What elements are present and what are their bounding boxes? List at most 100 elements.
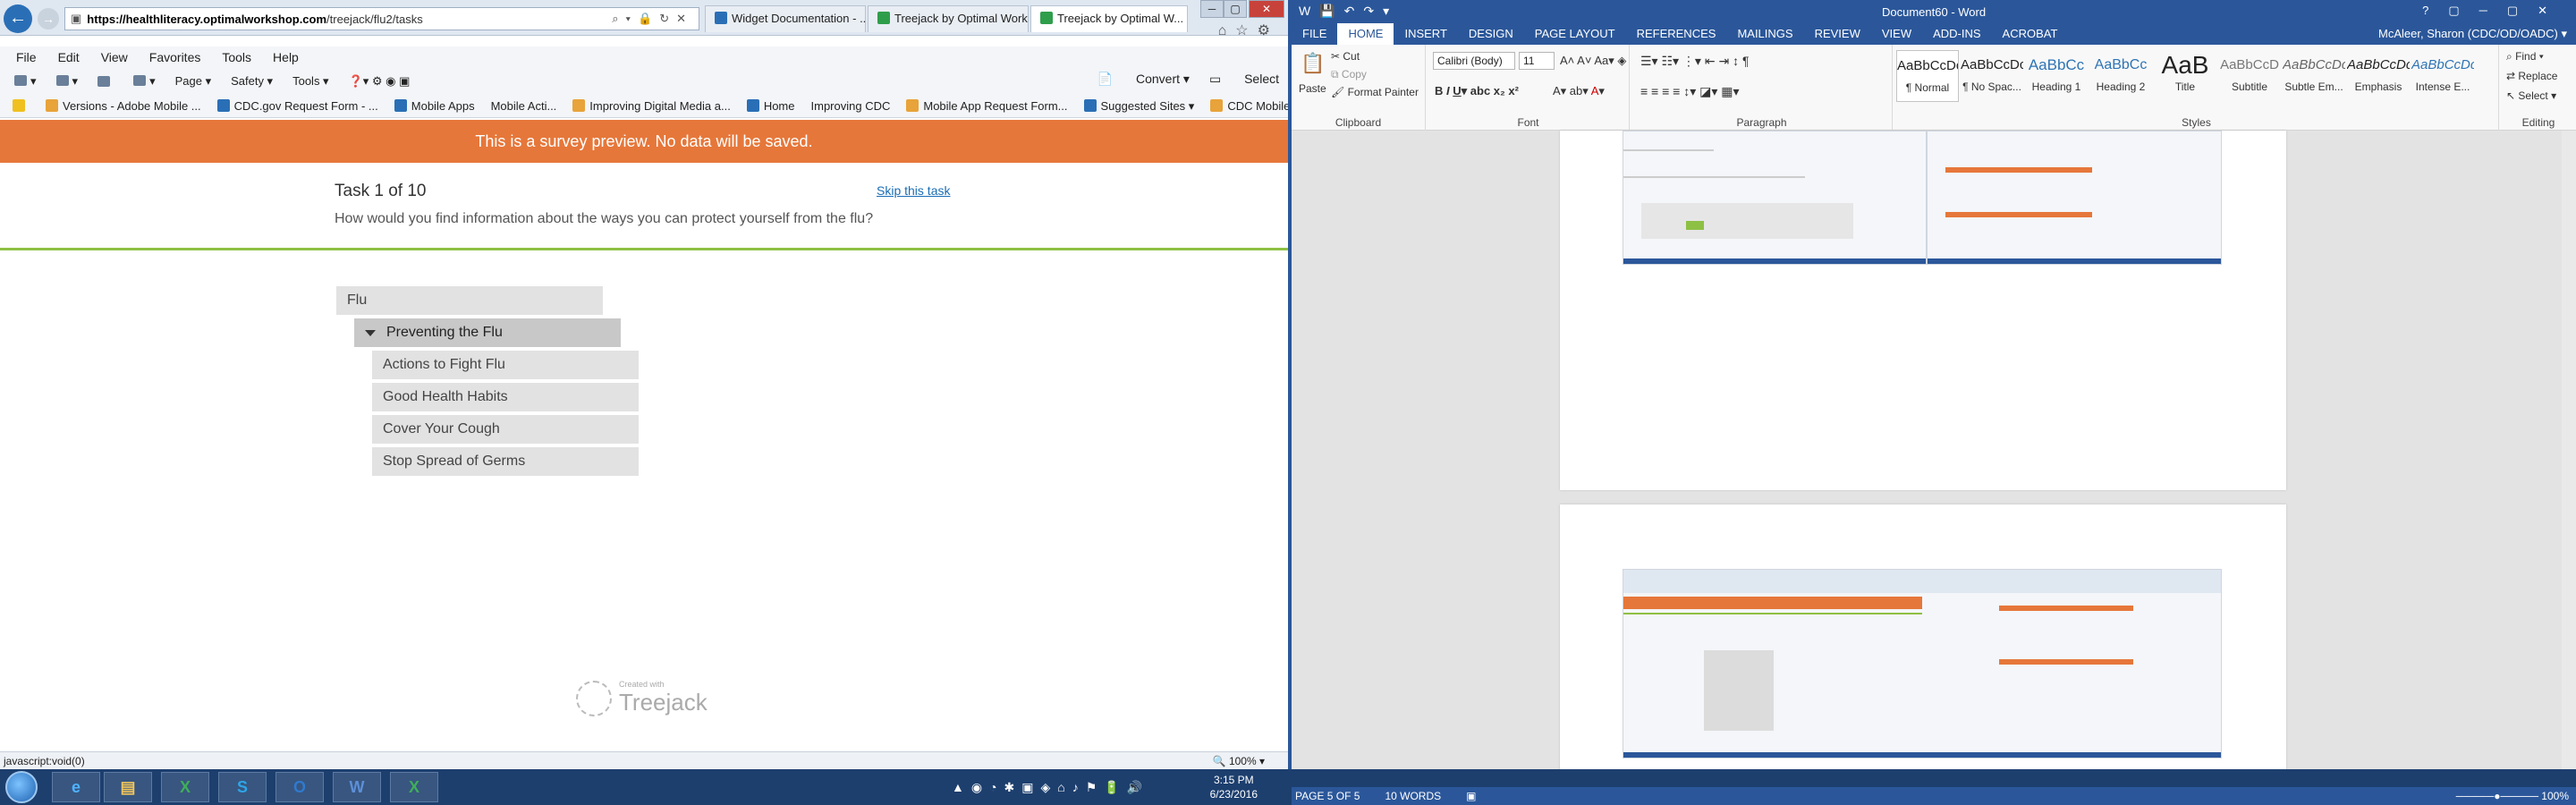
fav-link-7[interactable]: Mobile App Request Form... [906, 99, 1068, 113]
font-format-icons[interactable]: B I U▾ abc x₂ x² [1435, 84, 1519, 98]
paste-button[interactable]: Paste [1299, 82, 1326, 95]
tree-item-cover-your-cough[interactable]: Cover Your Cough [372, 415, 639, 444]
cmd-tools[interactable]: Tools ▾ [292, 74, 329, 89]
select-menu-button[interactable]: ↖ Select ▾ [2506, 89, 2556, 102]
cmd-page[interactable]: Page ▾ [175, 74, 212, 89]
font-color-icons[interactable]: A▾ ab▾ A▾ [1553, 84, 1605, 98]
tab-mailings[interactable]: MAILINGS [1726, 23, 1803, 45]
tab-treejack-active[interactable]: Treejack by Optimal W... ✕ [1030, 5, 1188, 32]
replace-button[interactable]: ⇄ Replace [2506, 70, 2557, 82]
tab-design[interactable]: DESIGN [1458, 23, 1524, 45]
tab-view[interactable]: VIEW [1871, 23, 1922, 45]
tab-references[interactable]: REFERENCES [1626, 23, 1727, 45]
cut-button[interactable]: ✂ Cut [1331, 50, 1360, 63]
word-count[interactable]: 10 WORDS [1385, 790, 1441, 802]
menu-favorites[interactable]: Favorites [149, 50, 201, 64]
copy-button[interactable]: ⧉ Copy [1331, 68, 1367, 81]
list-indent-icons[interactable]: ☰▾ ☷▾ ⋮▾ ⇤ ⇥ ↕ ¶ [1640, 54, 1750, 69]
tab-page-layout[interactable]: PAGE LAYOUT [1524, 23, 1626, 45]
tree-item-stop-spread-of-germs[interactable]: Stop Spread of Germs [372, 447, 639, 476]
start-button-icon[interactable] [5, 771, 38, 803]
page-count[interactable]: PAGE 5 OF 5 [1295, 790, 1360, 802]
skip-task-link[interactable]: Skip this task [877, 183, 950, 198]
tab-treejack-1[interactable]: Treejack by Optimal Works... [868, 5, 1029, 32]
fav-link-0[interactable]: Versions - Adobe Mobile ... [46, 99, 201, 113]
help-icon[interactable]: ❓▾ ⚙ ◉ ▣ [349, 74, 411, 89]
word-window-controls[interactable]: ?▢─▢✕ [2422, 4, 2567, 18]
tree-item-preventing-the-flu[interactable]: Preventing the Flu [354, 318, 621, 347]
select-button[interactable]: ▭ Select [1209, 72, 1279, 87]
document-scrollbar[interactable] [2562, 131, 2576, 769]
fav-link-1[interactable]: CDC.gov Request Form - ... [216, 99, 378, 113]
font-name-input[interactable]: Calibri (Body) [1433, 52, 1515, 70]
style-subtle-emphasis[interactable]: AaBbCcDc Subtle Em... [2283, 50, 2345, 102]
clock[interactable]: 3:15 PM 6/23/2016 [1210, 773, 1258, 801]
back-button-icon[interactable]: ← [4, 4, 32, 33]
document-canvas[interactable] [1292, 131, 2576, 769]
address-bar[interactable]: ▣ https://healthliteracy.optimalworkshop… [64, 7, 699, 30]
menu-help[interactable]: Help [273, 50, 299, 64]
fav-link-4[interactable]: Improving Digital Media a... [572, 99, 731, 113]
address-tools-icons[interactable]: ⌕▾🔒↻✕ [612, 12, 693, 26]
style-heading-2[interactable]: AaBbCc Heading 2 [2089, 50, 2152, 102]
paste-icon[interactable]: 📋 [1301, 52, 1325, 75]
fav-link-3[interactable]: Mobile Acti... [491, 99, 557, 113]
style-normal[interactable]: AaBbCcDc ¶ Normal [1896, 50, 1959, 102]
fav-link-8[interactable]: Suggested Sites ▾ [1083, 98, 1194, 114]
style-heading-1[interactable]: AaBbCc Heading 1 [2025, 50, 2088, 102]
close-window-icon[interactable]: ✕ [1249, 0, 1284, 18]
fav-link-9[interactable]: CDC Mobile Applications ... [1210, 99, 1288, 113]
home-icon[interactable]: ▾ [14, 74, 37, 89]
quick-access-icons[interactable]: W💾↶↷▾ [1299, 4, 1398, 19]
convert-button[interactable]: 📄 Convert ▾ [1097, 72, 1190, 87]
user-account[interactable]: McAleer, Sharon (CDC/OD/OADC) ▾ [2378, 27, 2567, 41]
find-button[interactable]: ⌕ Find ▾ [2506, 50, 2544, 64]
mail-icon[interactable] [97, 75, 114, 89]
tree-item-good-health-habits[interactable]: Good Health Habits [372, 383, 639, 411]
tree-item-flu[interactable]: Flu [336, 286, 603, 315]
word-taskbar-icon[interactable]: W [333, 772, 381, 802]
explorer-taskbar-icon[interactable]: ▤ [104, 772, 152, 802]
font-size-input[interactable]: 11 [1519, 52, 1555, 70]
fav-link-6[interactable]: Improving CDC [811, 99, 891, 113]
favorites-star-icon[interactable] [13, 99, 30, 113]
menu-tools[interactable]: Tools [222, 50, 251, 64]
menu-file[interactable]: File [16, 50, 37, 64]
style-subtitle[interactable]: AaBbCcD Subtitle [2218, 50, 2281, 102]
excel-taskbar-icon[interactable]: X [161, 772, 209, 802]
close-tab-icon[interactable]: ✕ [1187, 12, 1188, 25]
menu-edit[interactable]: Edit [58, 50, 80, 64]
tray-icons[interactable]: ▲◉◔✱▣◈⌂♪⚑🔋🔊 [952, 780, 1149, 795]
font-grow-shrink-icons[interactable]: A˄ A˅ Aa▾ ◈ [1560, 54, 1626, 68]
menu-view[interactable]: View [101, 50, 128, 64]
forward-button-icon[interactable]: → [38, 8, 59, 30]
tree-item-actions-to-fight-flu[interactable]: Actions to Fight Flu [372, 351, 639, 379]
style-no-spacing[interactable]: AaBbCcDc ¶ No Spac... [1961, 50, 2023, 102]
tab-review[interactable]: REVIEW [1804, 23, 1871, 45]
print-icon[interactable]: ▾ [133, 74, 156, 89]
tab-acrobat[interactable]: ACROBAT [1992, 23, 2069, 45]
proofing-icon[interactable]: ▣ [1466, 790, 1476, 802]
word-zoom-level[interactable]: ─────●───── 100% [2456, 790, 2569, 802]
ie-home-fav-settings-icons[interactable]: ⌂☆⚙ [1218, 21, 1279, 39]
maximize-icon[interactable]: ▢ [1224, 0, 1247, 18]
minimize-icon[interactable]: ─ [1200, 0, 1224, 18]
tab-file[interactable]: FILE [1292, 23, 1338, 45]
tab-home[interactable]: HOME [1337, 23, 1394, 45]
ie-taskbar-icon[interactable]: e [52, 772, 100, 802]
skype-taskbar-icon[interactable]: S [218, 772, 267, 802]
tab-insert[interactable]: INSERT [1394, 23, 1457, 45]
outlook-taskbar-icon[interactable]: O [275, 772, 324, 802]
alignment-icons[interactable]: ≡ ≡ ≡ ≡ ↕▾ ◪▾ ▦▾ [1640, 84, 1740, 99]
format-painter-button[interactable]: 🖌 Format Painter [1331, 86, 1419, 98]
zoom-level[interactable]: 🔍 100% ▾ [1213, 755, 1265, 767]
style-title[interactable]: AaB Title [2154, 50, 2216, 102]
fav-link-5[interactable]: Home [746, 99, 795, 113]
cmd-safety[interactable]: Safety ▾ [231, 74, 273, 89]
excel-2-taskbar-icon[interactable]: X [390, 772, 438, 802]
style-intense-emphasis[interactable]: AaBbCcDc Intense E... [2411, 50, 2474, 102]
fav-link-2[interactable]: Mobile Apps [394, 99, 475, 113]
tab-widget-documentation[interactable]: Widget Documentation - ... [705, 5, 866, 32]
style-emphasis[interactable]: AaBbCcDc Emphasis [2347, 50, 2410, 102]
feeds-icon[interactable]: ▾ [55, 74, 78, 89]
